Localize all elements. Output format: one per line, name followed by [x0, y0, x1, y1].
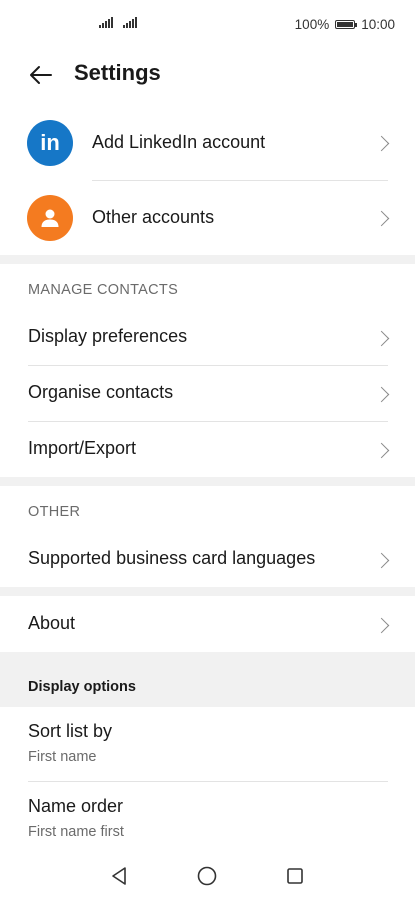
battery-percent: 100% [294, 17, 330, 32]
organise-contacts-label: Organise contacts [28, 382, 174, 402]
sort-list-by-row[interactable]: Sort list by First name [0, 707, 415, 781]
chevron-right-icon [373, 135, 390, 152]
section-header-manage-contacts: MANAGE CONTACTS [28, 282, 179, 298]
back-button[interactable] [24, 58, 58, 92]
battery-icon [335, 20, 358, 29]
display-preferences-row[interactable]: Display preferences [0, 310, 415, 365]
section-separator [0, 477, 415, 486]
section-header-other: OTHER [28, 504, 81, 520]
name-order-value: First name first [28, 824, 124, 840]
signal-icon [99, 17, 113, 28]
page-title: Settings [74, 60, 161, 85]
section-header-display-options-label: Display options [28, 679, 136, 695]
section-separator [0, 255, 415, 264]
sort-list-by-label: Sort list by [28, 721, 113, 741]
system-navigation-bar [0, 850, 415, 900]
person-icon [27, 195, 73, 241]
other-accounts-row[interactable]: Other accounts [0, 181, 415, 255]
chevron-right-icon [373, 386, 390, 403]
about-label: About [28, 613, 76, 633]
linkedin-icon-text: in [40, 130, 60, 155]
square-recents-icon [287, 868, 303, 884]
chevron-right-icon [373, 552, 390, 569]
name-order-label: Name order [28, 796, 124, 816]
clock: 10:00 [361, 17, 395, 32]
supported-business-card-languages-label: Supported business card languages [28, 548, 316, 568]
organise-contacts-row[interactable]: Organise contacts [0, 366, 415, 421]
name-order-row[interactable]: Name order First name first [0, 782, 415, 856]
section-separator [0, 587, 415, 596]
add-linkedin-account-label: Add LinkedIn account [92, 132, 266, 152]
sort-list-by-value: First name [28, 749, 97, 765]
import-export-label: Import/Export [28, 438, 137, 458]
section-header-display-options: Display options [0, 652, 415, 707]
circle-home-icon [197, 866, 217, 886]
nav-recents-button[interactable] [283, 864, 307, 888]
chevron-right-icon [373, 330, 390, 347]
back-arrow-icon [30, 66, 52, 84]
nav-back-button[interactable] [107, 864, 131, 888]
status-bar: 100% 10:00 [0, 0, 415, 50]
supported-business-card-languages-row[interactable]: Supported business card languages [0, 532, 415, 587]
other-accounts-label: Other accounts [92, 207, 215, 227]
linkedin-icon: in [27, 120, 73, 166]
add-linkedin-account-row[interactable]: in Add LinkedIn account [0, 106, 415, 180]
display-preferences-label: Display preferences [28, 326, 188, 346]
chevron-right-icon [373, 210, 390, 227]
signal-icon [123, 17, 137, 28]
import-export-row[interactable]: Import/Export [0, 422, 415, 477]
nav-home-button[interactable] [195, 864, 219, 888]
chevron-right-icon [373, 442, 390, 459]
triangle-back-icon [112, 867, 126, 885]
about-row[interactable]: About [0, 597, 415, 652]
chevron-right-icon [373, 617, 390, 634]
